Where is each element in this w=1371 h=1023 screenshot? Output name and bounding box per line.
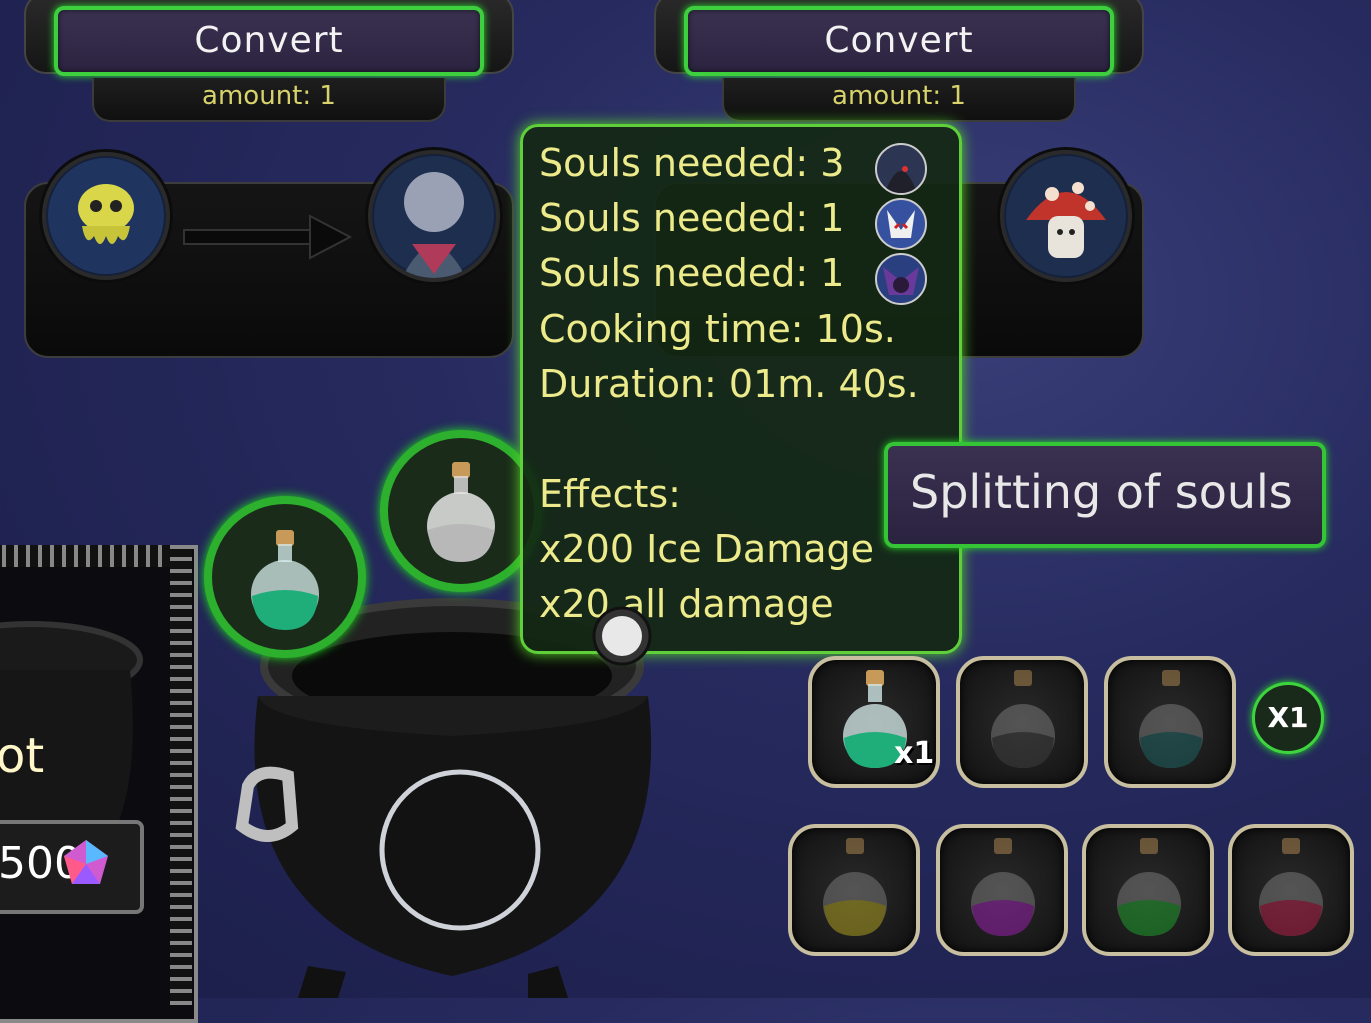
dark-hooded-soul-icon [875,143,927,195]
mushroom-soul-icon[interactable] [1000,150,1132,282]
amount-label: amount: 1 [722,78,1076,122]
green-potion-icon [251,530,319,630]
greek-border [170,545,192,1005]
souls-needed-line: Souls needed: 3 [539,141,845,185]
yellow-potion-icon [823,838,887,936]
potion-slot[interactable] [788,824,920,956]
green-potion-icon [1117,838,1181,936]
cursor-icon [590,604,654,672]
price-box[interactable]: 500 [0,820,144,914]
effect-item: x20 all damage [539,582,834,626]
amount-label: amount: 1 [92,78,446,122]
potion-slot[interactable] [1104,656,1236,788]
duration: Duration: 01m. 40s. [539,362,919,406]
souls-needed-line: Souls needed: 1 [539,251,845,295]
cooking-time: Cooking time: 10s. [539,307,896,351]
ingredient-green-potion[interactable] [204,496,366,658]
octopus-soul-icon[interactable] [42,152,170,280]
ingredient-white-potion[interactable] [380,430,542,592]
effects-title: Effects: [539,472,681,516]
white-haired-soul-icon[interactable] [368,150,500,282]
fox-mask-soul-icon [875,198,927,250]
potion-slot[interactable] [1082,824,1214,956]
potion-slot[interactable] [936,824,1068,956]
effect-item: x200 Ice Damage [539,527,875,571]
left-panel-label: ot [0,728,45,784]
black-potion-icon [991,670,1055,768]
potion-slot[interactable]: x1 [808,656,940,788]
multiplier-button[interactable]: X1 [1252,682,1324,754]
red-potion-icon [1259,838,1323,936]
teal-potion-icon [1139,670,1203,768]
purple-bat-soul-icon [875,253,927,305]
potion-slot[interactable] [1228,824,1354,956]
potion-count: x1 [894,736,935,771]
splitting-of-souls-button[interactable]: Splitting of souls [884,442,1326,548]
arrow-right-icon [182,214,353,264]
recipe-tooltip: Souls needed: 3 Souls needed: 1 Souls ne… [520,124,962,654]
potion-slot[interactable] [956,656,1088,788]
souls-needed-line: Souls needed: 1 [539,196,845,240]
gem-icon [54,836,114,918]
white-potion-icon [427,462,495,562]
convert-button[interactable]: Convert [54,6,484,76]
greek-border [0,545,190,567]
purple-potion-icon [971,838,1035,936]
convert-button[interactable]: Convert [684,6,1114,76]
